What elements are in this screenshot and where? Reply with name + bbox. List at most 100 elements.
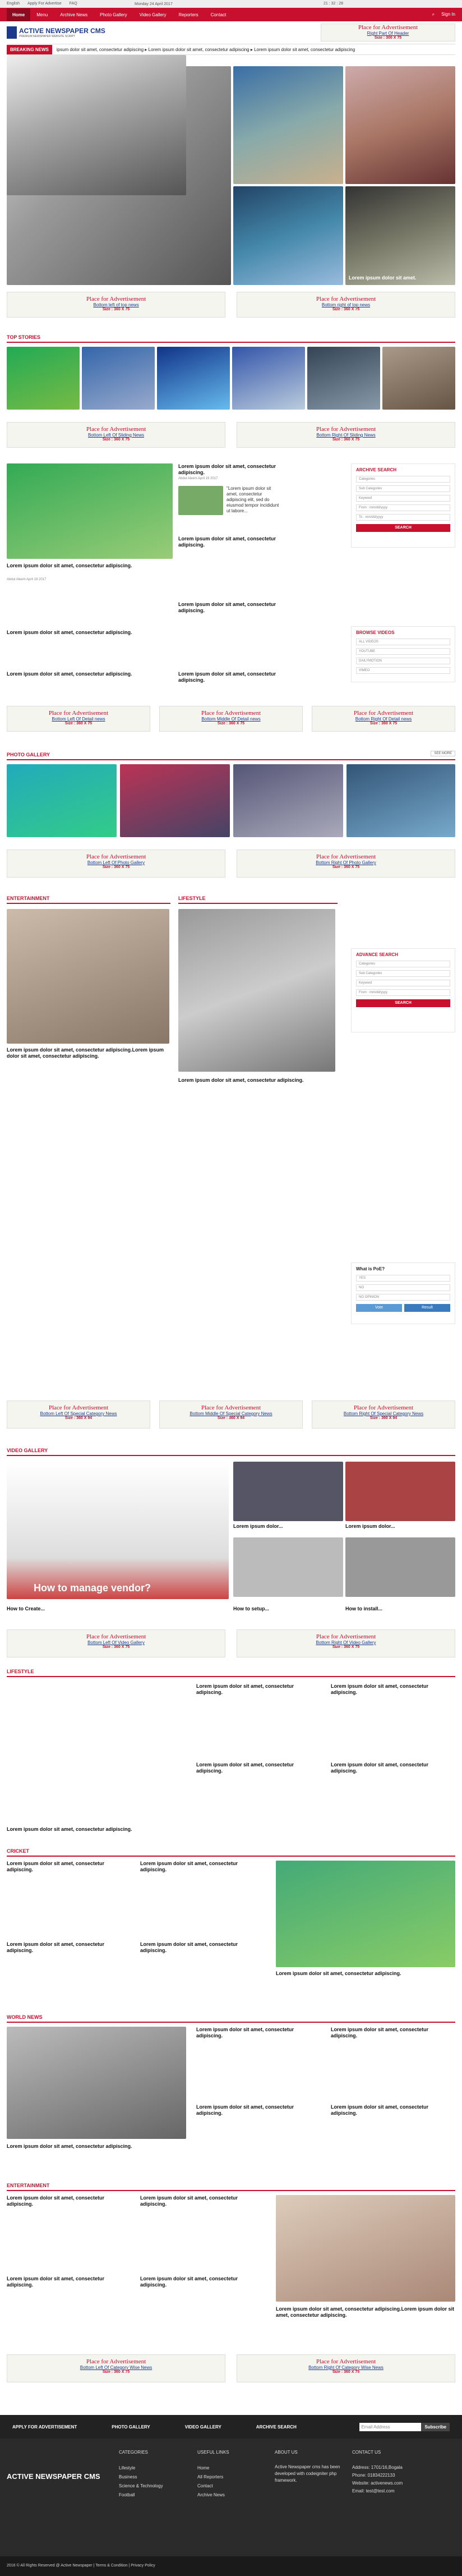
ad-detail-middle[interactable]: Place for Advertisement Bottom Middle Of … — [159, 706, 303, 732]
search-button[interactable]: SEARCH — [356, 524, 450, 532]
lifestyle-title-3[interactable]: Lorem ipsum dolor sit amet, consectetur … — [196, 1762, 320, 1774]
world-feature-title[interactable]: Lorem ipsum dolor sit amet, consectetur … — [7, 2143, 186, 2150]
video-title-2[interactable]: Lorem ipsum dolor... — [345, 1523, 395, 1530]
video-caption-3[interactable]: How to install... — [345, 1606, 382, 1612]
poll-option-no[interactable]: NO — [356, 1284, 450, 1291]
video-thumb-3[interactable] — [233, 1537, 343, 1597]
footer-cat-science[interactable]: Science & Technology — [119, 2482, 163, 2491]
adv-category-select[interactable]: Categories — [356, 961, 450, 967]
ad-photo-left[interactable]: Place for Advertisement Bottom Left Of Ph… — [7, 850, 225, 878]
hero-image-4[interactable] — [233, 186, 343, 285]
nav-video[interactable]: Video Gallery — [133, 12, 173, 17]
ent2-title-3[interactable]: Lorem ipsum dolor sit amet, consectetur … — [7, 2276, 130, 2288]
news-title-6[interactable]: Lorem ipsum dolor sit amet, consectetur … — [7, 671, 169, 677]
category-select[interactable]: Categories — [356, 476, 450, 483]
nav-archive[interactable]: Archive News — [54, 12, 94, 17]
gallery-image-1[interactable] — [7, 764, 117, 837]
subcategory-select[interactable]: Sub Categories — [356, 485, 450, 492]
news-thumb-1[interactable] — [178, 486, 223, 515]
world-title-1[interactable]: Lorem ipsum dolor sit amet, consectetur … — [196, 2027, 320, 2039]
ent2-feature-title[interactable]: Lorem ipsum dolor sit amet, consectetur … — [276, 2306, 455, 2318]
video-title-1[interactable]: Lorem ipsum dolor... — [233, 1523, 283, 1530]
world-title-3[interactable]: Lorem ipsum dolor sit amet, consectetur … — [196, 2104, 320, 2116]
video-caption-2[interactable]: How to setup... — [233, 1606, 269, 1612]
ad-sliding-right[interactable]: Place for Advertisement Bottom Right Of S… — [237, 422, 455, 448]
gallery-image-3[interactable] — [233, 764, 343, 837]
from-date-input[interactable]: From : mm/dd/yyyy — [356, 504, 450, 511]
footer-cat-business[interactable]: Business — [119, 2473, 163, 2482]
gallery-image-4[interactable] — [346, 764, 455, 837]
lifestyle-feature-image[interactable] — [7, 55, 186, 195]
top-story-3[interactable] — [157, 347, 230, 410]
ad-special-left[interactable]: Place for Advertisement Bottom Left Of Sp… — [7, 1401, 150, 1429]
poll-option-yes[interactable]: YES — [356, 1275, 450, 1282]
lifestyle-title-1[interactable]: Lorem ipsum dolor sit amet, consectetur … — [196, 1683, 320, 1696]
video-thumb-4[interactable] — [345, 1537, 455, 1597]
news-title-1[interactable]: Lorem ipsum dolor sit amet, consectetur … — [178, 463, 279, 476]
lifestyle-title-2[interactable]: Lorem ipsum dolor sit amet, consectetur … — [331, 1683, 454, 1696]
ad-detail-left[interactable]: Place for Advertisement Bottom Left Of De… — [7, 706, 150, 732]
footer-contact-link[interactable]: Contact — [197, 2482, 225, 2491]
footer-reporters-link[interactable]: All Reporters — [197, 2473, 225, 2482]
footer-cat-lifestyle[interactable]: Lifestyle — [119, 2464, 163, 2473]
news-title-4[interactable]: Lorem ipsum dolor sit amet, consectetur … — [178, 671, 279, 683]
ent2-title-4[interactable]: Lorem ipsum dolor sit amet, consectetur … — [140, 2276, 264, 2288]
hero-image-3[interactable] — [345, 66, 455, 184]
browse-dailymotion[interactable]: DAILYMOTION — [356, 658, 450, 664]
poll-option-none[interactable]: NO OPINION — [356, 1294, 450, 1301]
sign-in-link[interactable]: Sign In — [441, 12, 455, 17]
news-title-5[interactable]: Lorem ipsum dolor sit amet, consectetur … — [7, 630, 169, 636]
top-story-6[interactable] — [382, 347, 455, 410]
keyword-input[interactable]: Keyword — [356, 495, 450, 502]
feature-image[interactable] — [7, 463, 173, 559]
footer-photo-link[interactable]: PHOTO GALLERY — [112, 2425, 150, 2430]
cricket-title-1[interactable]: Lorem ipsum dolor sit amet, consectetur … — [7, 1861, 130, 1873]
hero-image-2[interactable] — [233, 66, 343, 184]
life-feature-title[interactable]: Lorem ipsum dolor sit amet, consectetur … — [178, 1077, 335, 1083]
footer-archive-news-link[interactable]: Archive News — [197, 2491, 225, 2500]
ent2-feature-image[interactable] — [276, 2195, 455, 2302]
cricket-title-3[interactable]: Lorem ipsum dolor sit amet, consectetur … — [7, 1941, 130, 1954]
lifestyle-feature-title[interactable]: Lorem ipsum dolor sit amet, consectetur … — [7, 1826, 186, 1833]
nav-reporters[interactable]: Reporters — [173, 12, 205, 17]
language-select[interactable]: English — [7, 2, 20, 6]
ad-video-left[interactable]: Place for Advertisement Bottom Left Of Vi… — [7, 1629, 225, 1657]
ad-special-right[interactable]: Place for Advertisement Bottom Right Of S… — [312, 1401, 455, 1429]
to-date-input[interactable]: To : mm/dd/yyyy — [356, 514, 450, 521]
video-thumb-2[interactable] — [345, 1462, 455, 1521]
nav-home[interactable]: Home — [7, 8, 31, 21]
browse-youtube[interactable]: YOUTUBE — [356, 648, 450, 655]
cricket-feature-title[interactable]: Lorem ipsum dolor sit amet, consectetur … — [276, 1971, 455, 1977]
ad-category-right[interactable]: Place for Advertisement Bottom Right Of C… — [237, 2354, 455, 2382]
footer-cat-football[interactable]: Football — [119, 2491, 163, 2500]
footer-logo[interactable]: ACTIVE NEWSPAPER CMS — [7, 2472, 100, 2481]
newsletter-email-input[interactable]: Email Address — [359, 2422, 422, 2431]
ad-video-right[interactable]: Place for Advertisement Bottom Right Of V… — [237, 1629, 455, 1657]
hero-image-5[interactable] — [345, 186, 455, 285]
faq-link[interactable]: FAQ — [70, 2, 77, 6]
feature-title[interactable]: Lorem ipsum dolor sit amet, consectetur … — [7, 563, 169, 569]
footer-video-link[interactable]: VIDEO GALLERY — [185, 2425, 221, 2430]
vote-button[interactable]: Vote — [356, 1304, 402, 1312]
ad-category-left[interactable]: Place for Advertisement Bottom Left Of Ca… — [7, 2354, 225, 2382]
nav-contact[interactable]: Contact — [205, 12, 233, 17]
video-thumb-1[interactable] — [233, 1462, 343, 1521]
breaking-ticker[interactable]: ipsum dolor sit amet, consectetur adipis… — [57, 47, 455, 52]
ent-feature-image[interactable] — [7, 909, 169, 1044]
nav-photo[interactable]: Photo Gallery — [94, 12, 133, 17]
browse-all-videos[interactable]: ALL VIDEOS — [356, 639, 450, 645]
ad-top-left[interactable]: Place for Advertisement Bottom left of to… — [7, 292, 225, 318]
nav-menu[interactable]: Menu — [30, 12, 54, 17]
news-title-2[interactable]: Lorem ipsum dolor sit amet, consectetur … — [178, 536, 279, 548]
browse-vimeo[interactable]: VIMEO — [356, 667, 450, 674]
ent-feature-title[interactable]: Lorem ipsum dolor sit amet, consectetur … — [7, 1047, 169, 1059]
ad-special-middle[interactable]: Place for Advertisement Bottom Middle Of … — [159, 1401, 303, 1429]
gallery-image-2[interactable] — [120, 764, 230, 837]
ent2-title-1[interactable]: Lorem ipsum dolor sit amet, consectetur … — [7, 2195, 130, 2207]
logo[interactable]: ACTIVE NEWSPAPER CMS PREMIUM NEWSPAPER WE… — [7, 26, 105, 39]
adv-from-input[interactable]: From : mm/dd/yyyy — [356, 989, 450, 996]
top-story-2[interactable] — [82, 347, 155, 410]
video-caption-1[interactable]: How to Create... — [7, 1606, 45, 1612]
cricket-feature-image[interactable] — [276, 1861, 455, 1967]
ad-photo-right[interactable]: Place for Advertisement Bottom Right Of P… — [237, 850, 455, 878]
